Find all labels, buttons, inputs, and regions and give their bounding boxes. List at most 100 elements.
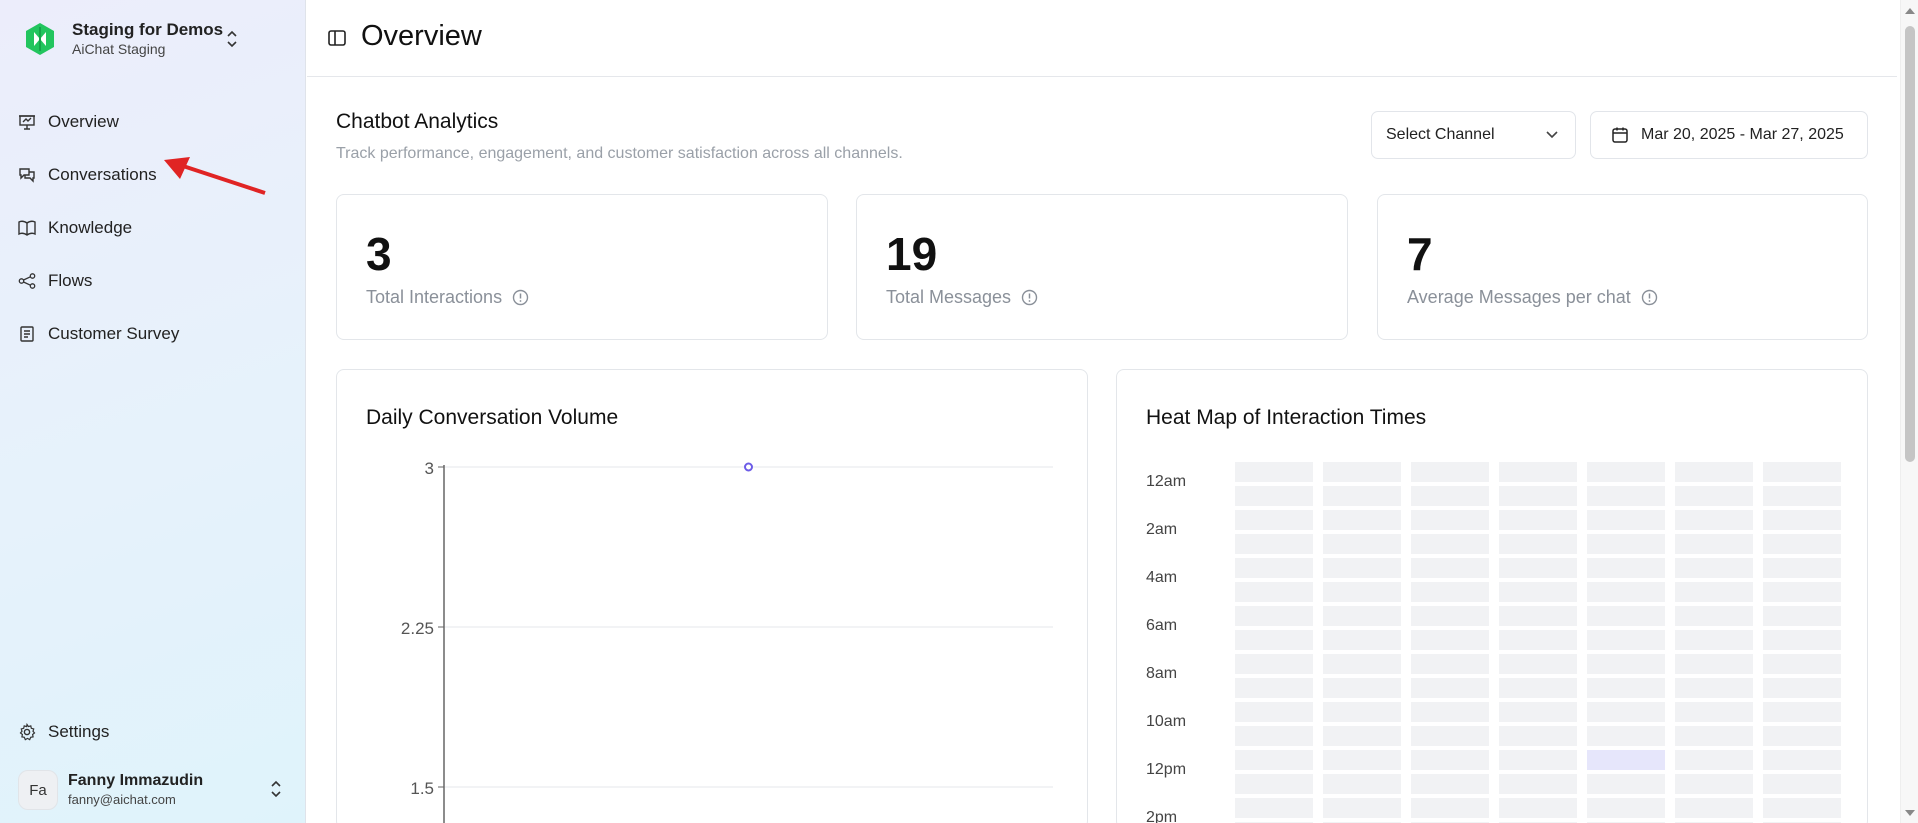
heatmap-cell[interactable] (1323, 606, 1401, 626)
info-icon[interactable] (1641, 289, 1658, 306)
heatmap-cell[interactable] (1411, 654, 1489, 674)
heatmap-cell[interactable] (1323, 702, 1401, 722)
heatmap-cell[interactable] (1411, 678, 1489, 698)
heatmap-cell[interactable] (1235, 558, 1313, 578)
heatmap-cell[interactable] (1587, 726, 1665, 746)
heatmap-cell[interactable] (1323, 798, 1401, 818)
heatmap-cell[interactable] (1499, 750, 1577, 770)
heatmap-cell[interactable] (1499, 702, 1577, 722)
heatmap-cell[interactable] (1587, 486, 1665, 506)
heatmap-cell[interactable] (1499, 654, 1577, 674)
heatmap-cell[interactable] (1411, 726, 1489, 746)
sidebar-item-overview[interactable]: Overview (18, 95, 288, 148)
heatmap-cell[interactable] (1763, 750, 1841, 770)
heatmap-cell[interactable] (1499, 582, 1577, 602)
heatmap-cell[interactable] (1499, 678, 1577, 698)
heatmap-cell[interactable] (1323, 654, 1401, 674)
heatmap-cell[interactable] (1675, 462, 1753, 482)
heatmap-cell[interactable] (1675, 774, 1753, 794)
heatmap-cell[interactable] (1499, 774, 1577, 794)
heatmap-cell[interactable] (1587, 558, 1665, 578)
heatmap-cell[interactable] (1763, 486, 1841, 506)
heatmap-cell[interactable] (1235, 654, 1313, 674)
heatmap-cell[interactable] (1235, 774, 1313, 794)
heatmap-cell[interactable] (1235, 606, 1313, 626)
heatmap-cell[interactable] (1411, 774, 1489, 794)
heatmap-cell[interactable] (1499, 726, 1577, 746)
heatmap-cell[interactable] (1235, 798, 1313, 818)
heatmap-cell[interactable] (1235, 462, 1313, 482)
sidebar-toggle-icon[interactable] (327, 28, 347, 48)
heatmap-cell[interactable] (1235, 582, 1313, 602)
sidebar-item-conversations[interactable]: Conversations (18, 148, 288, 201)
date-range-picker[interactable]: Mar 20, 2025 - Mar 27, 2025 (1590, 111, 1868, 159)
heatmap-cell[interactable] (1763, 726, 1841, 746)
sidebar-item-flows[interactable]: Flows (18, 254, 288, 307)
heatmap-cell[interactable] (1763, 606, 1841, 626)
heatmap-cell[interactable] (1675, 630, 1753, 650)
heatmap-cell[interactable] (1587, 510, 1665, 530)
heatmap-cell[interactable] (1411, 462, 1489, 482)
heatmap-cell[interactable] (1323, 558, 1401, 578)
heatmap-cell[interactable] (1323, 534, 1401, 554)
heatmap-cell[interactable] (1675, 678, 1753, 698)
heatmap-cell[interactable] (1763, 582, 1841, 602)
heatmap-cell[interactable] (1675, 726, 1753, 746)
sidebar-item-knowledge[interactable]: Knowledge (18, 201, 288, 254)
heatmap-cell[interactable] (1675, 750, 1753, 770)
heatmap-cell[interactable] (1675, 798, 1753, 818)
heatmap-cell[interactable] (1411, 798, 1489, 818)
heatmap-cell[interactable] (1323, 678, 1401, 698)
heatmap-cell[interactable] (1323, 582, 1401, 602)
heatmap-cell[interactable] (1411, 534, 1489, 554)
scroll-up-icon[interactable] (1904, 6, 1916, 16)
heatmap-cell[interactable] (1235, 630, 1313, 650)
heatmap-cell[interactable] (1323, 486, 1401, 506)
heatmap-cell[interactable] (1235, 726, 1313, 746)
heatmap-cell[interactable] (1587, 678, 1665, 698)
heatmap-cell[interactable] (1587, 606, 1665, 626)
heatmap-cell[interactable] (1763, 678, 1841, 698)
heatmap-cell[interactable] (1763, 630, 1841, 650)
heatmap-cell[interactable] (1235, 750, 1313, 770)
heatmap-cell[interactable] (1587, 630, 1665, 650)
heatmap-cell[interactable] (1675, 534, 1753, 554)
heatmap-cell[interactable] (1763, 534, 1841, 554)
heatmap-cell[interactable] (1323, 462, 1401, 482)
heatmap-cell[interactable] (1411, 702, 1489, 722)
heatmap-cell[interactable] (1675, 702, 1753, 722)
heatmap-cell[interactable] (1411, 558, 1489, 578)
workspace-switcher[interactable]: Staging for Demos AiChat Staging (22, 18, 252, 60)
heatmap-cell[interactable] (1411, 486, 1489, 506)
heatmap-cell[interactable] (1675, 558, 1753, 578)
heatmap-cell[interactable] (1499, 462, 1577, 482)
heatmap-cell[interactable] (1323, 726, 1401, 746)
scroll-down-icon[interactable] (1904, 808, 1916, 818)
data-point[interactable] (744, 462, 753, 472)
chevron-up-down-icon[interactable] (224, 28, 240, 50)
sidebar-item-settings[interactable]: Settings (18, 718, 109, 746)
heatmap-cell[interactable] (1763, 510, 1841, 530)
info-icon[interactable] (512, 289, 529, 306)
heatmap-cell[interactable] (1323, 750, 1401, 770)
heatmap-cell[interactable] (1235, 510, 1313, 530)
scroll-thumb[interactable] (1905, 26, 1915, 462)
heatmap-cell[interactable] (1675, 606, 1753, 626)
sidebar-item-customer-survey[interactable]: Customer Survey (18, 307, 288, 360)
heatmap-cell[interactable] (1411, 630, 1489, 650)
heatmap-cell[interactable] (1499, 606, 1577, 626)
heatmap-cell[interactable] (1499, 534, 1577, 554)
heatmap-cell[interactable] (1763, 558, 1841, 578)
heatmap-cell[interactable] (1235, 702, 1313, 722)
heatmap-cell[interactable] (1763, 774, 1841, 794)
heatmap-cell[interactable] (1499, 630, 1577, 650)
heatmap-cell[interactable] (1675, 486, 1753, 506)
heatmap-cell[interactable] (1323, 510, 1401, 530)
heatmap-cell[interactable] (1235, 534, 1313, 554)
heatmap-cell[interactable] (1323, 630, 1401, 650)
heatmap-cell[interactable] (1499, 486, 1577, 506)
heatmap-cell[interactable] (1587, 774, 1665, 794)
heatmap-cell[interactable] (1587, 798, 1665, 818)
heatmap-cell[interactable] (1763, 462, 1841, 482)
heatmap-cell[interactable] (1323, 774, 1401, 794)
